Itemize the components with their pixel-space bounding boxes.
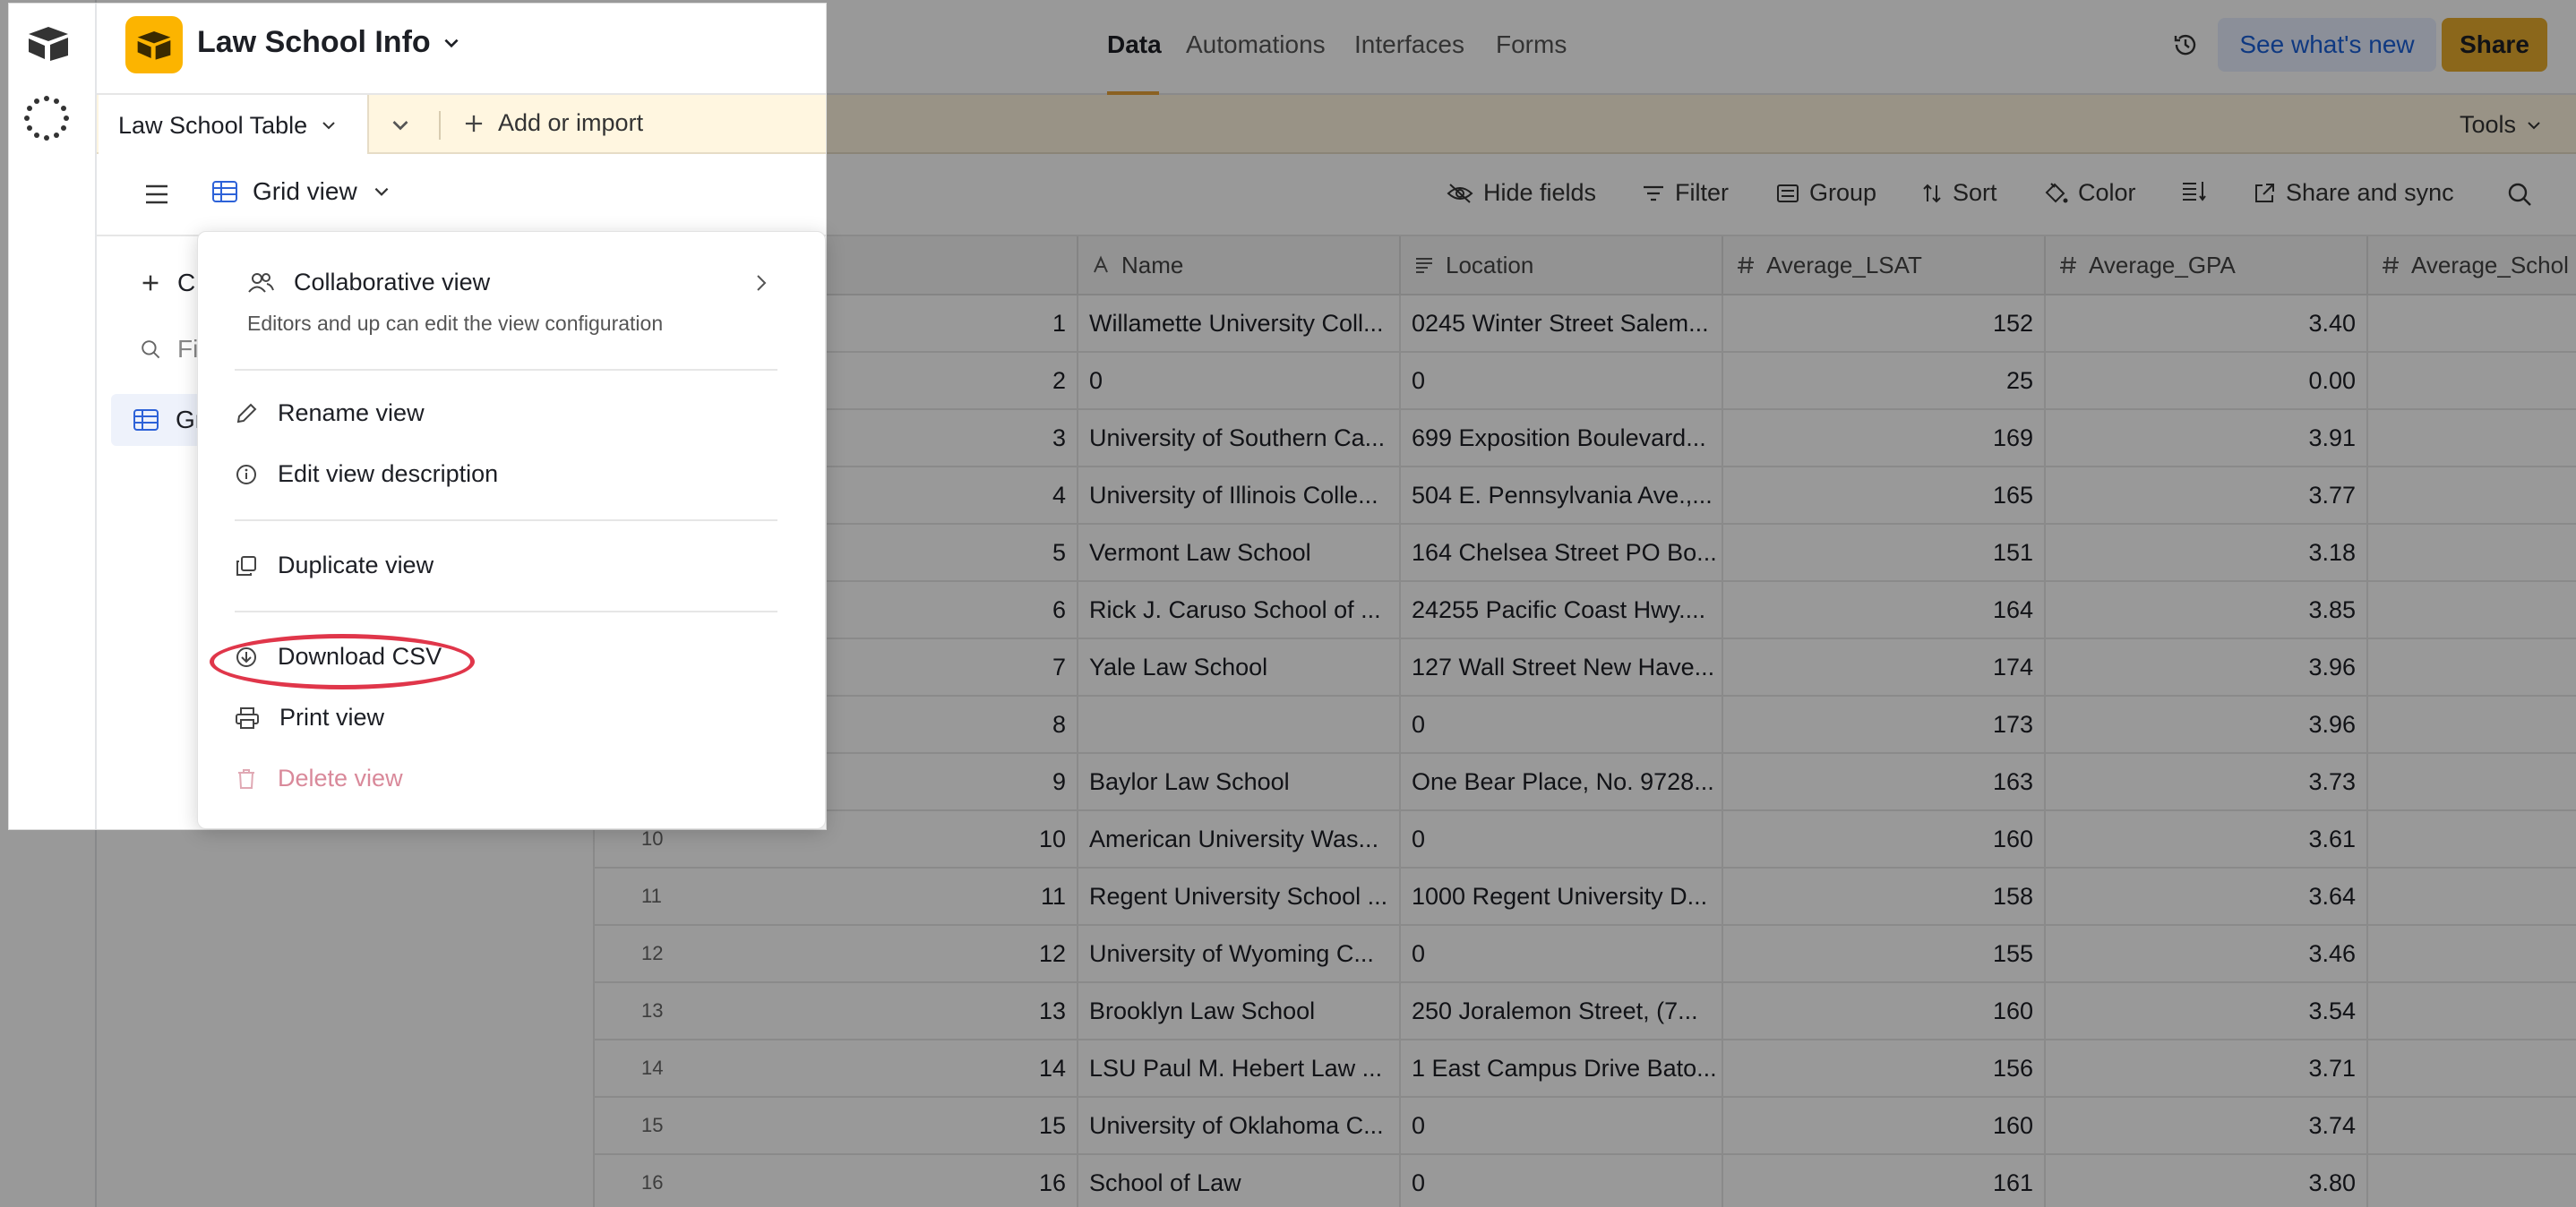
rename-view-label: Rename view	[278, 399, 425, 426]
create-view-label: C	[177, 269, 196, 296]
airtable-logo-icon[interactable]	[27, 25, 70, 61]
grid-view-icon	[212, 181, 237, 202]
search-icon	[142, 340, 160, 359]
chevron-down-icon	[322, 122, 335, 130]
loading-spinner-icon	[23, 95, 70, 141]
find-view-input[interactable]: Fi	[140, 335, 198, 364]
trash-icon	[238, 768, 254, 789]
add-or-import-button[interactable]: Add or import	[462, 109, 643, 137]
collaborative-view-description: Editors and up can edit the view configu…	[247, 312, 664, 335]
delete-view-label: Delete view	[278, 765, 403, 792]
table-tab-law-school[interactable]: Law School Table	[99, 95, 369, 156]
print-view-item[interactable]: Print view	[235, 704, 384, 732]
hamburger-menu-icon[interactable]	[143, 183, 170, 206]
all-tables-chevron-icon[interactable]	[387, 111, 414, 138]
duplicate-view-item[interactable]: Duplicate view	[235, 552, 434, 579]
collaborative-view-item[interactable]: Collaborative view	[247, 269, 490, 296]
plus-icon	[465, 115, 483, 132]
plus-icon	[142, 275, 159, 291]
delete-view-item[interactable]: Delete view	[235, 765, 403, 792]
view-name: Grid view	[253, 177, 357, 205]
print-view-label: Print view	[279, 704, 385, 731]
chevron-down-icon	[444, 39, 459, 47]
menu-divider	[235, 519, 777, 521]
duplicate-view-label: Duplicate view	[278, 552, 434, 578]
chevron-right-icon	[752, 272, 770, 294]
menu-divider	[235, 369, 777, 371]
base-icon[interactable]	[125, 16, 183, 73]
find-view-placeholder: Fi	[177, 335, 199, 363]
chevron-down-icon	[374, 187, 389, 196]
edit-view-description-item[interactable]: Edit view description	[235, 460, 498, 488]
pencil-icon	[236, 403, 257, 423]
view-switcher[interactable]: Grid view	[211, 177, 391, 206]
base-title-text: Law School Info	[197, 25, 431, 59]
duplicate-icon	[236, 555, 256, 576]
printer-icon	[236, 706, 259, 729]
menu-divider	[235, 611, 777, 612]
users-icon	[248, 272, 274, 293]
add-or-import-label: Add or import	[498, 109, 644, 136]
view-bar	[97, 154, 826, 236]
info-icon	[236, 464, 256, 484]
collaborative-view-label: Collaborative view	[294, 269, 491, 295]
grid-view-icon	[133, 409, 159, 431]
base-title[interactable]: Law School Info	[197, 25, 461, 60]
create-view-button[interactable]: C	[140, 269, 195, 297]
table-tab-label: Law School Table	[118, 111, 308, 139]
rename-view-item[interactable]: Rename view	[235, 399, 425, 427]
divider	[439, 111, 441, 140]
edit-view-description-label: Edit view description	[278, 460, 499, 487]
highlight-circle-annotation	[210, 634, 475, 689]
